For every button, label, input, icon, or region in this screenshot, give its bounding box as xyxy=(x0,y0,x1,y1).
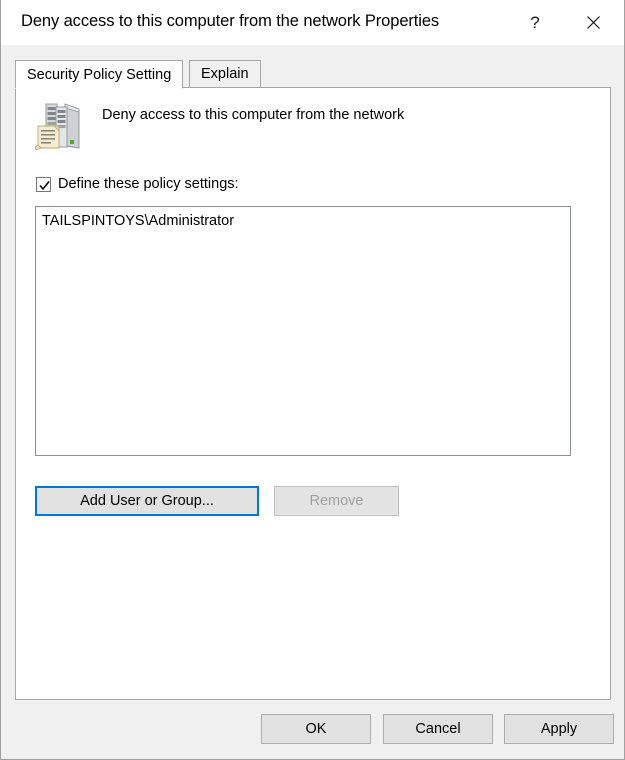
define-policy-settings-checkbox[interactable] xyxy=(36,176,51,192)
tab-panel-security-policy-setting: Deny access to this computer from the ne… xyxy=(15,87,611,700)
checkmark-icon xyxy=(39,180,50,190)
list-item[interactable]: TAILSPINTOYS\Administrator xyxy=(42,212,564,231)
apply-button[interactable]: Apply xyxy=(504,714,614,744)
define-policy-settings-checkbox-row[interactable]: Define these policy settings: xyxy=(36,176,239,192)
close-icon xyxy=(586,15,600,29)
security-principals-listbox[interactable]: TAILSPINTOYS\Administrator xyxy=(35,206,571,456)
window-title: Deny access to this computer from the ne… xyxy=(21,12,440,30)
properties-dialog-window: Deny access to this computer from the ne… xyxy=(0,0,625,760)
tab-strip: Security Policy Setting Explain xyxy=(15,60,610,89)
tab-explain[interactable]: Explain xyxy=(189,60,261,88)
close-button[interactable] xyxy=(570,0,616,44)
policy-name-label: Deny access to this computer from the ne… xyxy=(102,107,405,123)
cancel-button[interactable]: Cancel xyxy=(383,714,493,744)
add-user-or-group-button[interactable]: Add User or Group... xyxy=(35,486,259,516)
title-bar: Deny access to this computer from the ne… xyxy=(1,0,624,45)
server-policy-icon xyxy=(32,98,86,156)
tab-security-policy-setting[interactable]: Security Policy Setting xyxy=(15,60,184,89)
ok-button[interactable]: OK xyxy=(261,714,371,744)
remove-button: Remove xyxy=(274,486,399,516)
help-button[interactable]: ? xyxy=(512,0,558,44)
define-policy-settings-label: Define these policy settings: xyxy=(58,176,239,192)
question-mark-icon: ? xyxy=(530,12,540,32)
